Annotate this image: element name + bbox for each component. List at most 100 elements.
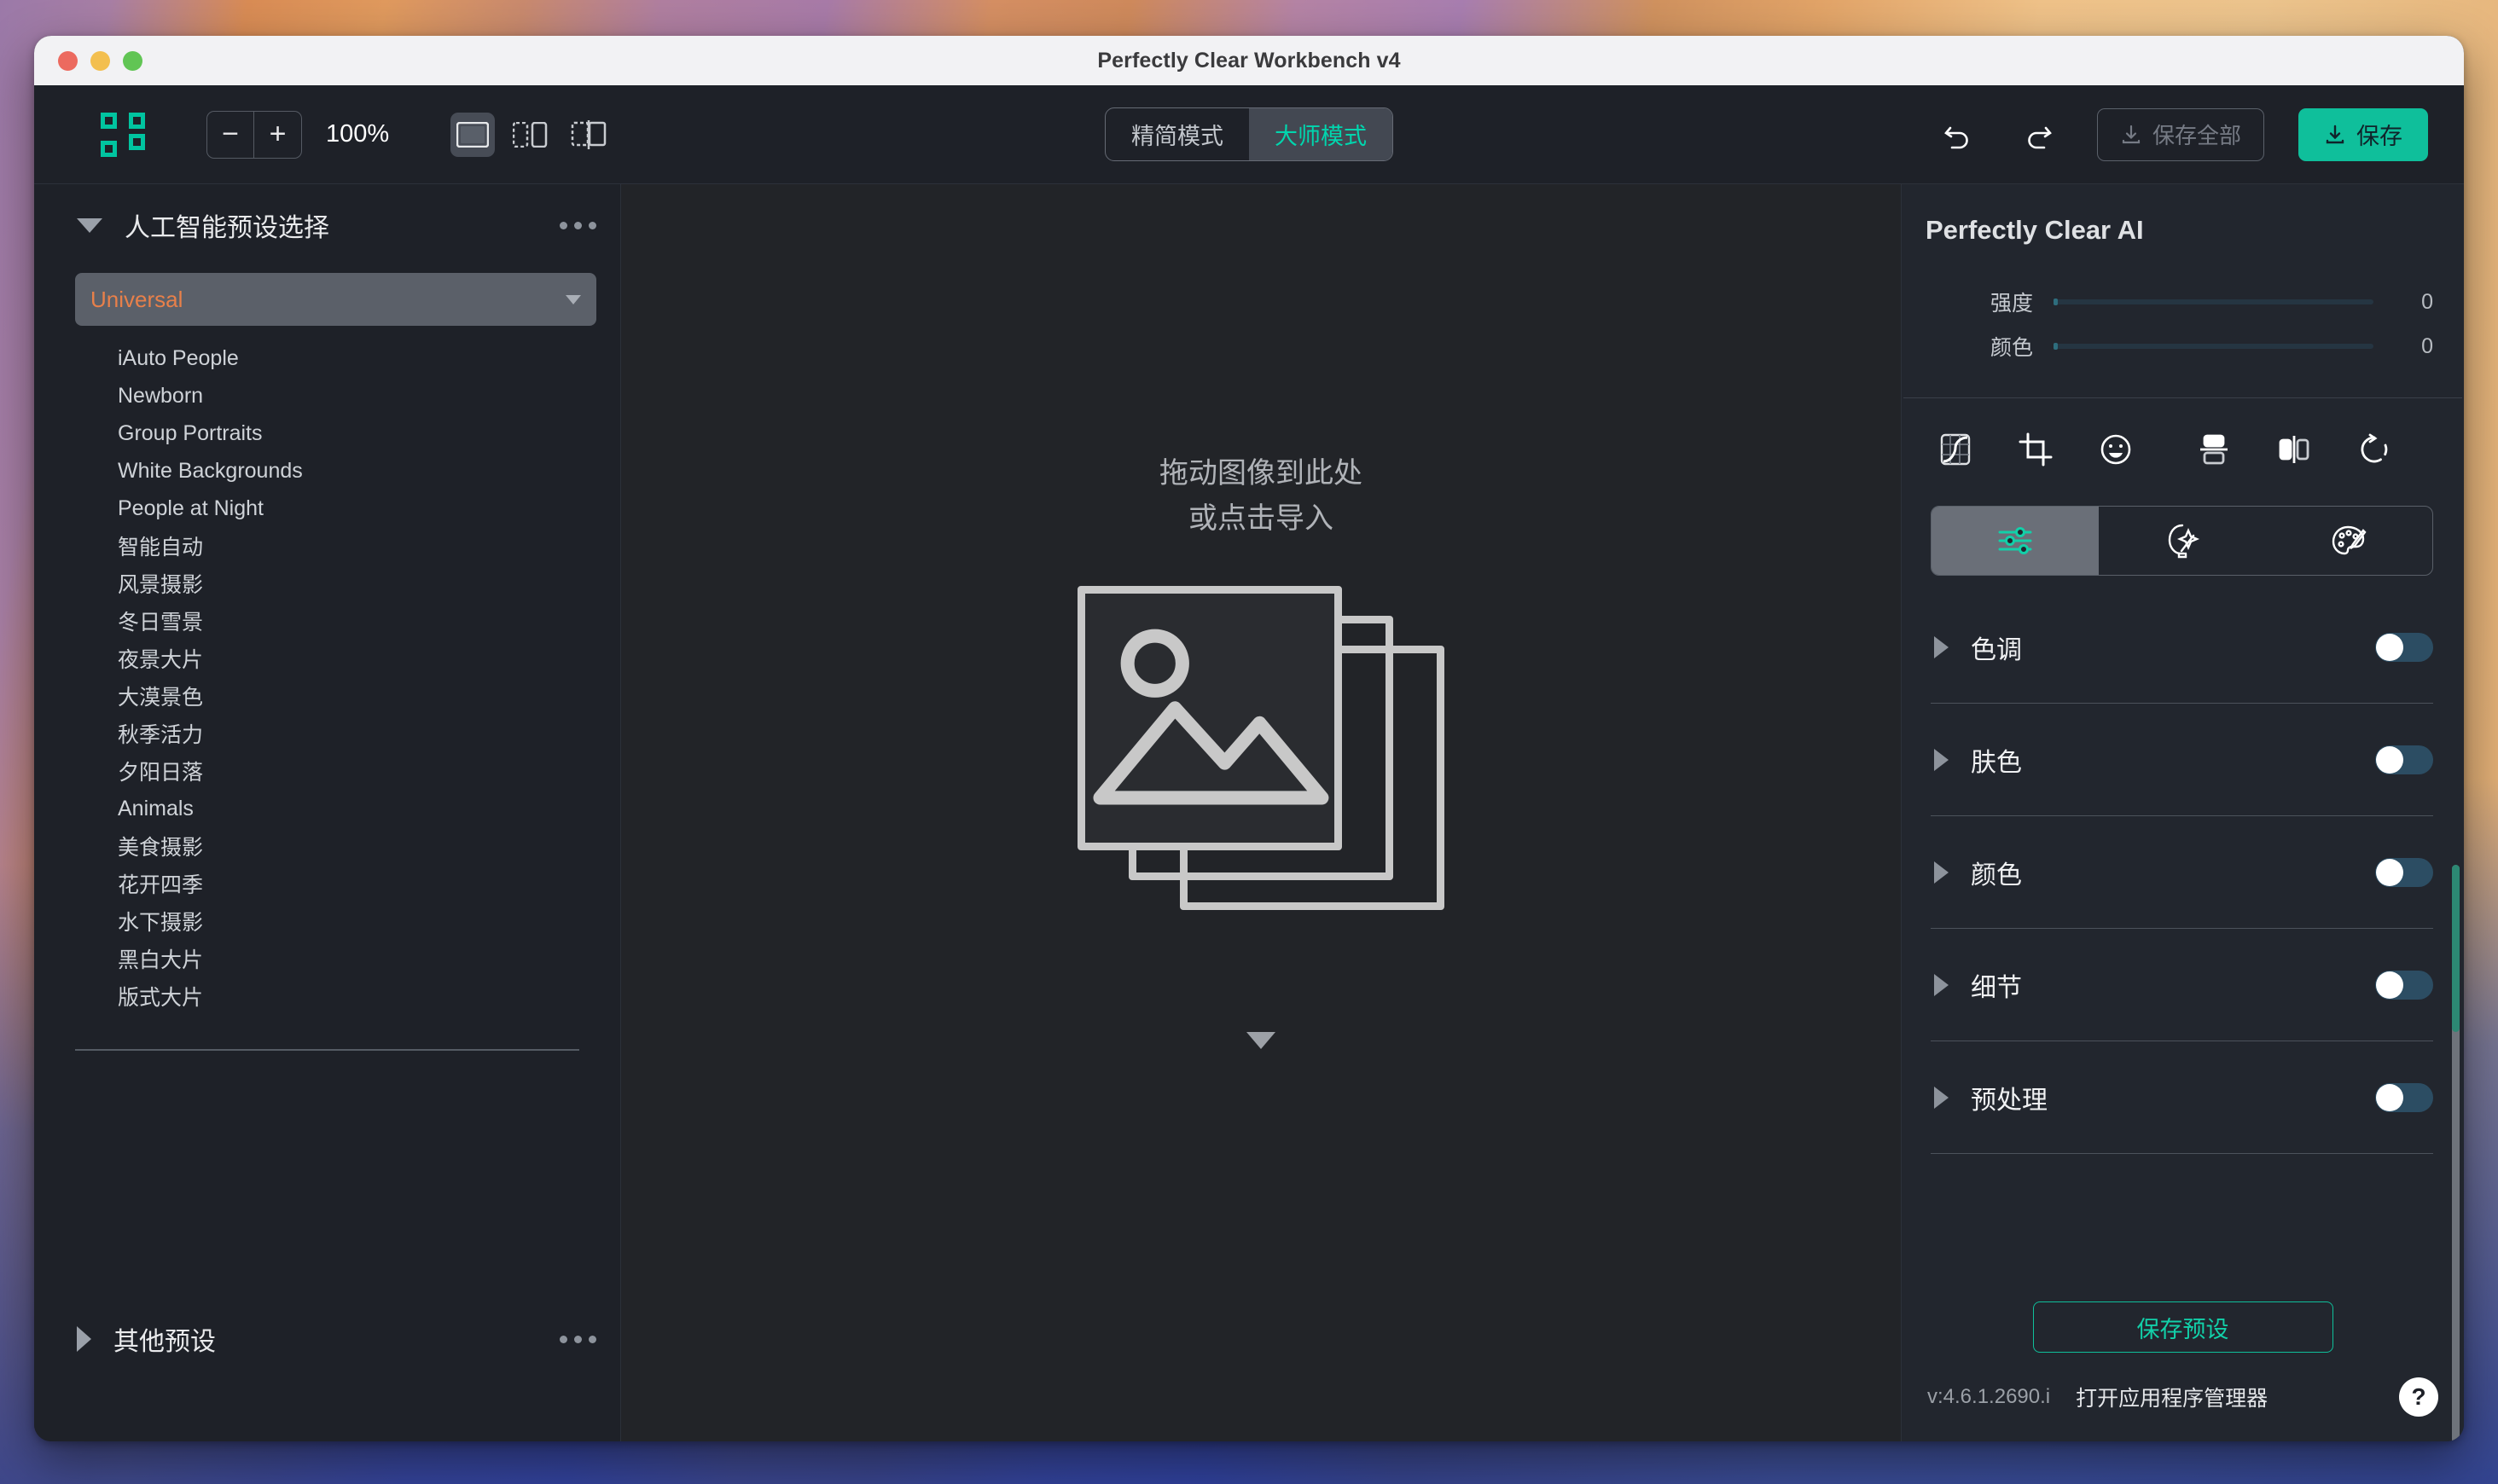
window-titlebar: Perfectly Clear Workbench v4 <box>34 36 2464 85</box>
undo-icon[interactable] <box>1933 111 1981 159</box>
preset-group-select[interactable]: Universal <box>75 273 596 326</box>
preset-item[interactable]: 夕阳日落 <box>34 752 620 790</box>
save-preset-button[interactable]: 保存预设 <box>2032 1301 2333 1353</box>
accordion-toggle[interactable] <box>2375 745 2433 774</box>
app-logo-icon <box>101 112 145 157</box>
save-all-label: 保存全部 <box>2152 123 2241 148</box>
panel-footer: v:4.6.1.2690.i 打开应用程序管理器 ? <box>1902 1353 2464 1441</box>
chevron-down-icon <box>566 294 581 304</box>
left-sidebar: 人工智能预设选择 Universal iAuto People Newborn Gr… <box>34 184 621 1441</box>
accordion-toggle[interactable] <box>2375 1082 2433 1112</box>
preset-item[interactable]: White Backgrounds <box>34 452 620 490</box>
accordion-toggle[interactable] <box>2375 857 2433 887</box>
image-drop-zone[interactable]: 拖动图像到此处 或点击导入 <box>621 184 1901 1194</box>
save-label: 保存 <box>2356 124 2402 149</box>
open-app-manager-link[interactable]: 打开应用程序管理器 <box>2076 1382 2268 1412</box>
single-view-icon[interactable] <box>450 112 496 157</box>
panel-title: Perfectly Clear AI <box>1926 215 2144 245</box>
app-window: Perfectly Clear Workbench v4 − + 100% 精简… <box>34 36 2464 1441</box>
other-preset-section-title: 其他预设 <box>113 1328 216 1356</box>
slider-row: 强度 0 <box>1926 280 2433 324</box>
flip-horizontal-icon[interactable] <box>2269 425 2319 474</box>
version-label: v:4.6.1.2690.i <box>1927 1385 2051 1408</box>
preset-item[interactable]: Newborn <box>34 377 620 414</box>
slider-track[interactable] <box>2054 343 2373 350</box>
more-options-icon[interactable] <box>560 1335 596 1343</box>
slider-value: 0 <box>2421 289 2433 314</box>
accordion-row[interactable]: 颜色 <box>1931 816 2433 929</box>
redo-icon[interactable] <box>2015 111 2063 159</box>
accordion-row[interactable]: 细节 <box>1931 929 2433 1041</box>
chevron-right-icon[interactable] <box>1934 1086 1949 1109</box>
panel-scrollbar[interactable] <box>2452 865 2460 1441</box>
chevron-down-icon[interactable] <box>77 217 102 233</box>
chevron-right-icon[interactable] <box>1934 861 1949 884</box>
drop-line-2: 或点击导入 <box>1188 502 1333 535</box>
preset-item[interactable]: iAuto People <box>34 339 620 377</box>
ai-preset-section-header[interactable]: 人工智能预设选择 <box>34 184 620 266</box>
slider-label: 强度 <box>1990 292 2033 316</box>
accordion-label: 预处理 <box>1971 1086 2048 1115</box>
chevron-right-icon[interactable] <box>77 1326 91 1352</box>
flip-vertical-icon[interactable] <box>2189 425 2239 474</box>
accordion-toggle[interactable] <box>2375 970 2433 1000</box>
preset-item[interactable]: 风景摄影 <box>34 565 620 602</box>
chevron-right-icon[interactable] <box>1934 748 1949 771</box>
zoom-controls: − + <box>206 110 302 159</box>
split-view-icon[interactable] <box>508 113 553 157</box>
rotate-icon[interactable] <box>2350 425 2399 474</box>
preset-item[interactable]: 水下摄影 <box>34 902 620 940</box>
window-title: Perfectly Clear Workbench v4 <box>1097 48 1401 72</box>
tab-color-palette[interactable] <box>2265 507 2432 575</box>
accordion-label: 细节 <box>1971 973 2022 1002</box>
slider-track[interactable] <box>2054 299 2373 305</box>
accordion-row[interactable]: 肤色 <box>1931 704 2433 816</box>
more-options-icon[interactable] <box>560 221 596 229</box>
preset-group-value: Universal <box>90 286 183 312</box>
chevron-right-icon[interactable] <box>1934 973 1949 996</box>
tab-simple-mode[interactable]: 精简模式 <box>1106 108 1249 160</box>
zoom-out-button[interactable]: − <box>206 110 254 159</box>
tab-portrait-retouch[interactable] <box>2099 507 2266 575</box>
preset-item[interactable]: 秋季活力 <box>34 715 620 752</box>
zoom-level-label: 100% <box>326 120 390 148</box>
preset-item[interactable]: 美食摄影 <box>34 827 620 865</box>
other-preset-section-header[interactable]: 其他预设 <box>34 1298 620 1380</box>
accordion-row[interactable]: 预处理 <box>1931 1041 2433 1154</box>
preset-item[interactable]: 大漠景色 <box>34 677 620 715</box>
face-icon[interactable] <box>2091 425 2141 474</box>
canvas-area: 拖动图像到此处 或点击导入 + <box>621 184 1901 1441</box>
tool-icon-row <box>1902 398 2464 501</box>
accordion-label: 色调 <box>1971 635 2022 664</box>
preset-item[interactable]: 冬日雪景 <box>34 602 620 640</box>
accordion-toggle[interactable] <box>2375 632 2433 662</box>
chevron-right-icon[interactable] <box>1934 635 1949 658</box>
preset-item[interactable]: 夜景大片 <box>34 640 620 677</box>
slider-value: 0 <box>2421 333 2433 358</box>
preset-item[interactable]: People at Night <box>34 490 620 527</box>
preset-item[interactable]: 智能自动 <box>34 527 620 565</box>
crop-view-icon[interactable] <box>566 113 611 157</box>
preset-item[interactable]: Group Portraits <box>34 414 620 452</box>
save-all-button[interactable]: 保存全部 <box>2096 107 2264 161</box>
sidebar-divider <box>75 1049 579 1051</box>
preset-item[interactable]: 黑白大片 <box>34 940 620 977</box>
accordion-row[interactable]: 色调 <box>1931 591 2433 704</box>
right-panel: Perfectly Clear AI 强度 0 颜色 0 色调 肤色 颜色 细节… <box>1901 184 2464 1441</box>
filmstrip: + ‹ › 全部同步处理 向前同步 <box>621 1194 1901 1441</box>
toolbar-right-group: 保存全部 保存 <box>1933 107 2428 161</box>
help-icon[interactable]: ? <box>2399 1377 2438 1417</box>
panel-tabs <box>1931 506 2433 576</box>
accordion-label: 肤色 <box>1971 748 2022 777</box>
preset-item[interactable]: 版式大片 <box>34 977 620 1015</box>
ai-preset-section-title: 人工智能预设选择 <box>125 214 329 242</box>
crop-icon[interactable] <box>2011 425 2060 474</box>
tab-master-mode[interactable]: 大师模式 <box>1249 108 1392 160</box>
preset-item[interactable]: 花开四季 <box>34 865 620 902</box>
tone-curve-icon[interactable] <box>1931 425 1980 474</box>
save-button[interactable]: 保存 <box>2298 107 2428 161</box>
preset-item[interactable]: Animals <box>34 790 620 827</box>
chevron-down-icon[interactable] <box>1246 1032 1275 1049</box>
zoom-in-button[interactable]: + <box>254 110 302 159</box>
tab-adjustments[interactable] <box>1932 507 2099 575</box>
